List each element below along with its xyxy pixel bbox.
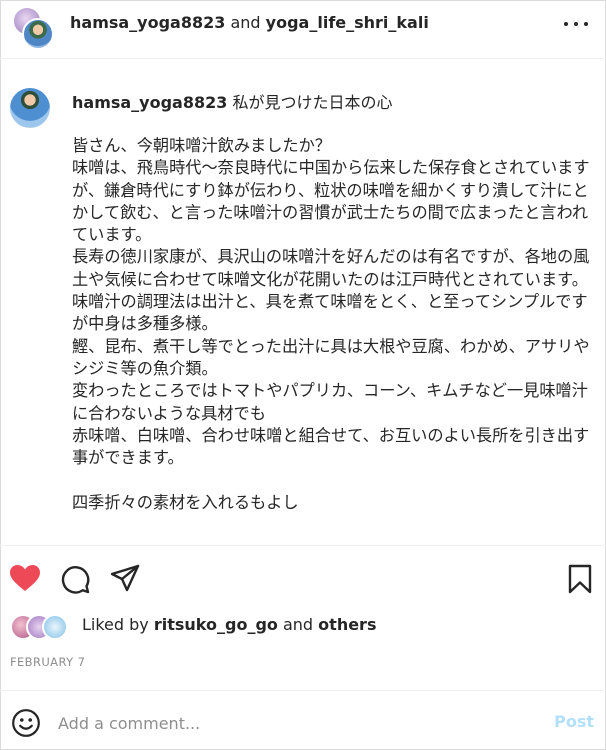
comment-input[interactable] [58, 708, 538, 738]
authors-joiner: and [225, 13, 266, 32]
likes-joiner: and [277, 615, 319, 634]
divider [0, 545, 606, 546]
more-icon[interactable] [564, 12, 588, 36]
post-date[interactable]: FEBRUARY 7 [10, 655, 85, 669]
likes-others-link[interactable]: others [318, 615, 376, 634]
coauthor-link[interactable]: yoga_life_shri_kali [266, 13, 429, 32]
post-authors: hamsa_yoga8823 and yoga_life_shri_kali [70, 13, 429, 33]
caption-header: hamsa_yoga8823 私が見つけた日本の心 [72, 93, 392, 113]
emoji-icon[interactable] [11, 708, 41, 738]
bookmark-icon[interactable] [567, 564, 593, 594]
comment-icon[interactable] [60, 564, 90, 594]
avatar[interactable] [10, 88, 50, 128]
avatar[interactable] [42, 614, 68, 640]
post-button[interactable]: Post [554, 712, 594, 731]
author-link[interactable]: hamsa_yoga8823 [70, 13, 225, 32]
caption-body: 皆さん、今朝味噌汁飲みましたか？ 味噌は、飛鳥時代〜奈良時代に中国から伝来した保… [72, 136, 590, 512]
share-icon[interactable] [110, 563, 140, 593]
liked-by-avatars[interactable] [10, 614, 78, 640]
caption-headline: 私が見つけた日本の心 [227, 93, 393, 112]
collab-avatars[interactable] [8, 6, 54, 50]
heart-icon[interactable] [9, 564, 41, 592]
likes-prefix: Liked by [82, 615, 154, 634]
avatar[interactable] [22, 18, 54, 50]
liker-link[interactable]: ritsuko_go_go [154, 615, 278, 634]
post-header: hamsa_yoga8823 and yoga_life_shri_kali [0, 0, 606, 59]
likes-summary: Liked by ritsuko_go_go and others [82, 614, 376, 636]
caption-username[interactable]: hamsa_yoga8823 [72, 93, 227, 112]
divider [0, 690, 606, 691]
